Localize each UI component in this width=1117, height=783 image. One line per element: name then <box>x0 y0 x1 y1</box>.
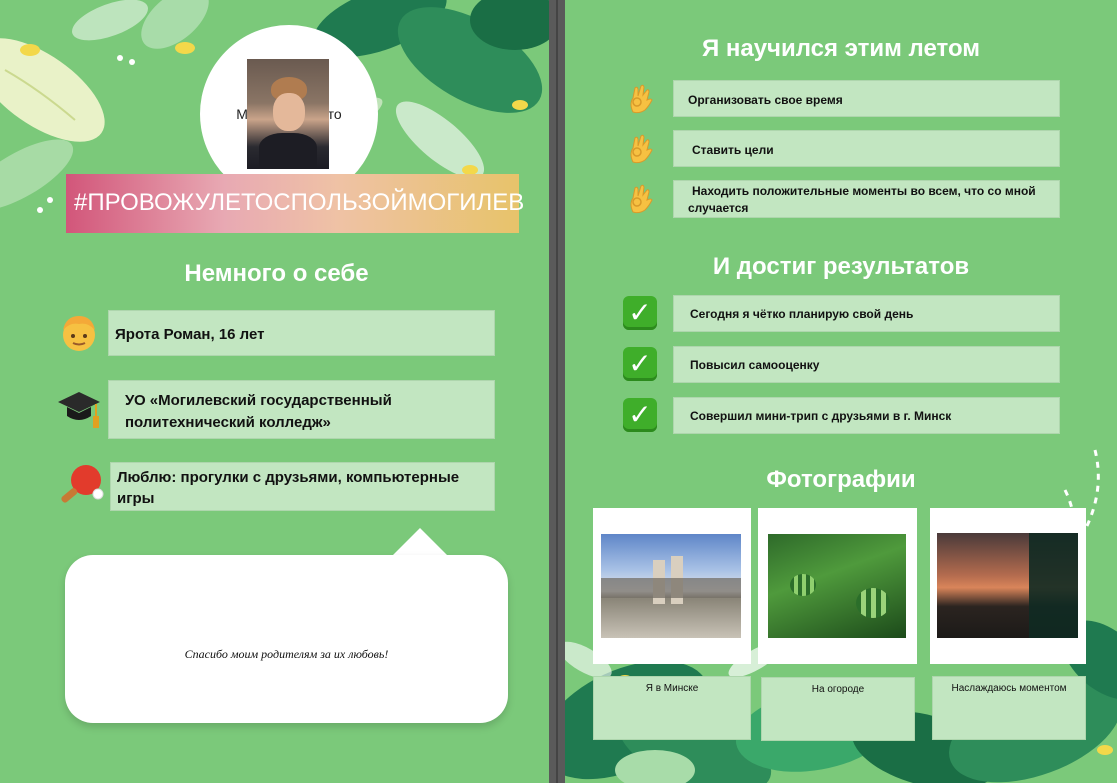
page-gutter <box>549 0 565 783</box>
right-page: Я научился этим летом Организовать свое … <box>565 0 1117 783</box>
learned-item-goals: Ставить цели <box>673 130 1060 167</box>
left-page: Место для фото #ПРОВОЖУЛЕТОСПОЛЬЗОЙМОГИЛ… <box>0 0 549 783</box>
thanks-bubble: Спасибо моим родителям за их любовь! <box>65 555 508 723</box>
ok-hand-icon <box>630 184 653 214</box>
photo-caption: Я в Минске <box>593 676 751 740</box>
learned-item-time: Организовать свое время <box>673 80 1060 117</box>
ok-hand-icon <box>630 134 653 164</box>
result-item-trip: Совершил мини-трип с друзьями в г. Минск <box>673 397 1060 434</box>
result-item-selfesteem: Повысил самооценку <box>673 346 1060 383</box>
learned-heading: Я научился этим летом <box>701 35 981 62</box>
ok-hand-icon <box>630 84 653 114</box>
photo-moment[interactable] <box>937 533 1078 638</box>
about-item-hobbies: Люблю: прогулки с друзьями, компьютерные… <box>110 462 495 511</box>
photo-minsk[interactable] <box>601 534 741 638</box>
learned-item-positive: Находить положительные моменты во всем, … <box>673 180 1060 218</box>
result-item-plan: Сегодня я чётко планирую свой день <box>673 295 1060 332</box>
about-item-name: Ярота Роман, 16 лет <box>108 310 495 356</box>
check-mark-icon: ✓ <box>623 296 657 330</box>
hashtag-banner: #ПРОВОЖУЛЕТОСПОЛЬЗОЙМОГИЛЕВ <box>66 174 524 233</box>
photo-caption: Наслаждаюсь моментом <box>932 676 1086 740</box>
profile-photo <box>247 59 329 169</box>
bubble-pointer <box>392 528 448 556</box>
graduation-cap-icon <box>56 386 102 440</box>
about-item-college: УО «Могилевский государственный политехн… <box>108 380 495 439</box>
results-heading: И достиг результатов <box>712 253 970 280</box>
photo-caption: На огороде <box>761 677 915 741</box>
ping-pong-icon <box>56 462 106 516</box>
photos-heading: Фотографии <box>766 466 916 493</box>
boy-face-icon <box>58 312 100 362</box>
photo-garden[interactable] <box>768 534 906 638</box>
about-heading: Немного о себе <box>184 260 369 287</box>
hashtag-text: #ПРОВОЖУЛЕТОСПОЛЬЗОЙМОГИЛЕВ <box>74 189 525 216</box>
check-mark-icon: ✓ <box>623 398 657 432</box>
check-mark-icon: ✓ <box>623 347 657 381</box>
thanks-text: Спасибо моим родителям за их любовь! <box>184 647 389 661</box>
